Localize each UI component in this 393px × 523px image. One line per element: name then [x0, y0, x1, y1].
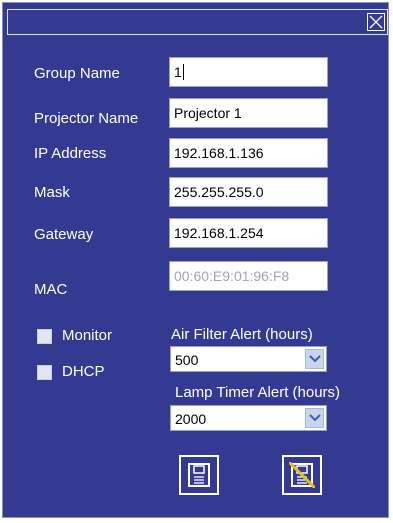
- lamp-timer-alert-value: 2000: [175, 411, 207, 427]
- air-filter-alert-label: Air Filter Alert (hours): [171, 326, 313, 343]
- close-button[interactable]: [367, 13, 385, 31]
- lamp-timer-alert-label: Lamp Timer Alert (hours): [175, 384, 341, 401]
- ip-address-label: IP Address: [34, 145, 107, 162]
- cancel-save-button[interactable]: [282, 455, 322, 495]
- lamp-timer-alert-select[interactable]: 2000: [170, 405, 327, 431]
- group-name-input[interactable]: 1: [169, 57, 328, 87]
- dhcp-checkbox[interactable]: [37, 365, 52, 380]
- chevron-down-icon: [309, 414, 321, 422]
- projector-name-input[interactable]: Projector 1: [169, 98, 328, 128]
- chevron-down-icon: [309, 355, 321, 363]
- floppy-save-icon: [188, 463, 210, 487]
- air-filter-alert-value: 500: [175, 352, 199, 368]
- projector-settings-dialog: Group Name 1 Projector Name Projector 1 …: [2, 2, 389, 518]
- monitor-checkbox[interactable]: [37, 329, 52, 344]
- mac-input: 00:60:E9:01:96:F8: [169, 261, 328, 291]
- title-bar: [7, 9, 388, 35]
- lamp-timer-dropdown-button[interactable]: [305, 408, 324, 428]
- close-icon: [369, 15, 383, 29]
- gateway-label: Gateway: [34, 226, 94, 243]
- air-filter-alert-select[interactable]: 500: [170, 346, 327, 372]
- monitor-label: Monitor: [62, 327, 113, 344]
- group-name-label: Group Name: [34, 65, 120, 82]
- save-button[interactable]: [179, 455, 219, 495]
- group-name-value: 1: [174, 64, 182, 80]
- mask-label: Mask: [34, 184, 70, 201]
- floppy-cancel-icon: [289, 462, 315, 488]
- mask-input[interactable]: 255.255.255.0: [169, 177, 328, 207]
- ip-address-input[interactable]: 192.168.1.136: [169, 138, 328, 168]
- gateway-input[interactable]: 192.168.1.254: [169, 218, 328, 248]
- air-filter-dropdown-button[interactable]: [305, 349, 324, 369]
- mac-label: MAC: [34, 281, 68, 298]
- text-caret: [182, 64, 184, 80]
- projector-name-label: Projector Name: [34, 110, 139, 127]
- dhcp-label: DHCP: [62, 363, 105, 380]
